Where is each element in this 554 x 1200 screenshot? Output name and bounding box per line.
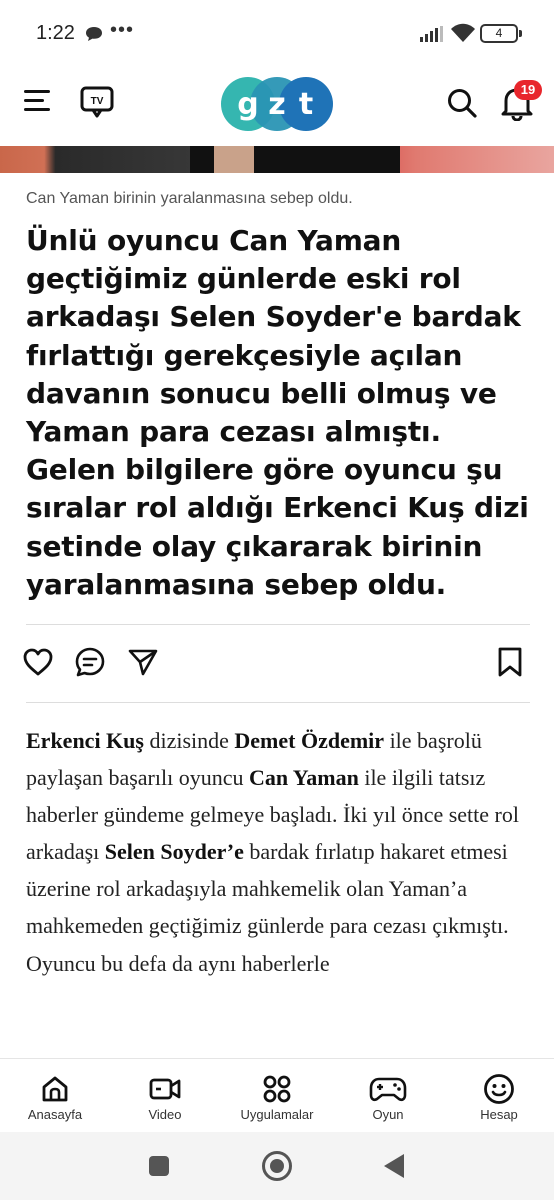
more-notifications-icon: ••• <box>110 19 135 41</box>
svg-text:z: z <box>268 87 285 122</box>
heart-icon[interactable] <box>22 646 54 683</box>
bold-term: Can Yaman <box>249 765 359 791</box>
home-icon <box>0 1073 110 1105</box>
bottom-nav: Anasayfa Video Uygulamalar Oyun Hesap <box>0 1058 554 1132</box>
svg-text:TV: TV <box>91 96 104 107</box>
video-icon <box>110 1073 220 1105</box>
gzt-logo[interactable]: g z t <box>220 76 335 132</box>
smiley-icon <box>444 1073 554 1105</box>
battery-icon: 4 <box>480 24 522 43</box>
divider <box>26 624 530 625</box>
nav-home[interactable]: Anasayfa <box>0 1073 110 1122</box>
app-header: TV g z t 19 <box>0 68 554 146</box>
bold-term: Erkenci Kuş <box>26 728 144 753</box>
nav-account[interactable]: Hesap <box>444 1073 554 1122</box>
send-icon[interactable] <box>127 646 159 683</box>
home-button[interactable] <box>262 1151 292 1181</box>
chat-bubble-icon <box>85 26 103 47</box>
status-bar: 1:22 ••• 4 <box>0 0 554 68</box>
image-caption: Can Yaman birinin yaralanmasına sebep ol… <box>26 190 353 207</box>
svg-text:g: g <box>237 87 258 122</box>
signal-icon <box>420 26 444 47</box>
comment-icon[interactable] <box>74 646 106 683</box>
tv-icon[interactable]: TV <box>80 86 116 125</box>
recents-button[interactable] <box>149 1156 169 1176</box>
bookmark-icon[interactable] <box>496 646 524 683</box>
search-icon[interactable] <box>446 87 478 124</box>
svg-text:t: t <box>299 87 313 122</box>
back-button[interactable] <box>384 1154 404 1178</box>
nav-apps[interactable]: Uygulamalar <box>222 1073 332 1122</box>
divider <box>26 702 530 703</box>
article-body: Erkenci Kuş dizisinde Demet Özdemir ile … <box>26 728 519 976</box>
menu-icon[interactable] <box>24 90 52 116</box>
article-headline: Ünlü oyuncu Can Yaman geçtiğimiz günlerd… <box>26 224 529 601</box>
bold-term: Demet Özdemir <box>234 728 385 753</box>
apps-icon <box>222 1073 332 1105</box>
wifi-icon <box>450 23 476 48</box>
nav-game[interactable]: Oyun <box>333 1073 443 1122</box>
nav-video[interactable]: Video <box>110 1073 220 1122</box>
status-time: 1:22 <box>36 22 75 44</box>
notification-badge: 19 <box>514 80 542 100</box>
system-nav-bar <box>0 1132 554 1200</box>
gamepad-icon <box>333 1073 443 1105</box>
bold-term: Selen Soyder’e <box>104 839 244 865</box>
article-image <box>0 146 554 173</box>
